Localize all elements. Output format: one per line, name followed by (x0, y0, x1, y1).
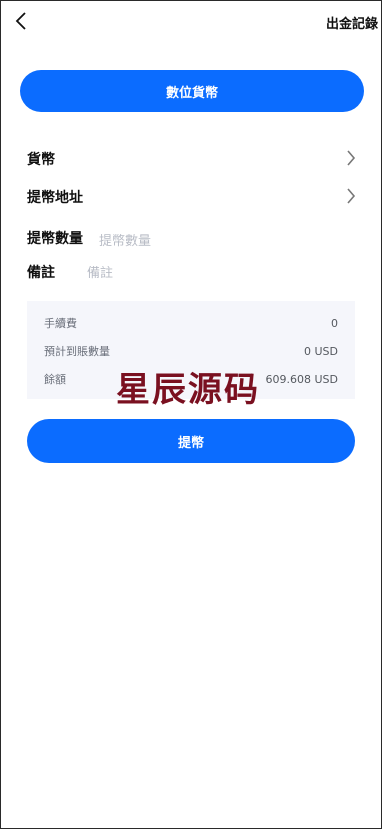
watermark-text: 星辰源码 (116, 370, 260, 410)
amount-label: 提幣數量 (27, 231, 83, 247)
address-label: 提幣地址 (27, 190, 83, 206)
fee-value: 0 (331, 316, 338, 330)
remark-row: 備註 (27, 259, 356, 285)
digital-currency-button[interactable]: 數位貨幣 (20, 70, 364, 112)
withdrawal-records-link[interactable]: 出金記錄 (326, 13, 378, 32)
remark-input[interactable] (87, 265, 267, 281)
estimated-value: 0 USD (304, 344, 338, 358)
chevron-right-icon (346, 149, 356, 171)
currency-label: 貨幣 (27, 152, 55, 168)
amount-input[interactable] (99, 233, 279, 249)
address-selector[interactable]: 提幣地址 (27, 184, 356, 210)
remark-label: 備註 (27, 265, 55, 281)
amount-row: 提幣數量 (27, 225, 356, 251)
estimated-row: 預計到賬數量 0 USD (44, 343, 338, 359)
balance-label: 餘額 (44, 373, 66, 386)
fee-label: 手續費 (44, 317, 77, 330)
page-frame (0, 0, 382, 829)
chevron-left-icon (14, 11, 28, 35)
balance-value: 609.608 USD (265, 372, 339, 386)
currency-selector[interactable]: 貨幣 (27, 146, 356, 172)
fee-row: 手續費 0 (44, 315, 338, 331)
estimated-label: 預計到賬數量 (44, 345, 110, 358)
withdraw-submit-button[interactable]: 提幣 (27, 419, 355, 463)
back-button[interactable] (10, 10, 32, 36)
chevron-right-icon (346, 187, 356, 209)
